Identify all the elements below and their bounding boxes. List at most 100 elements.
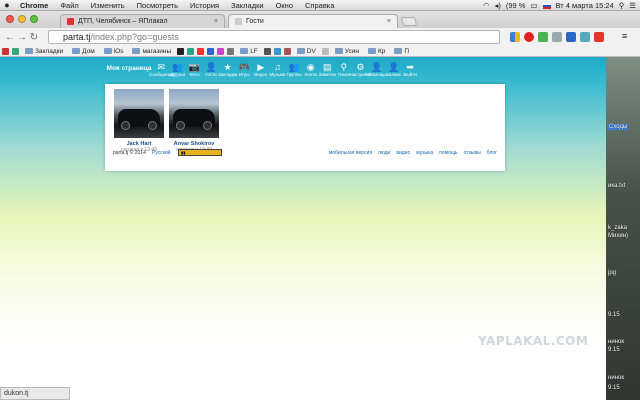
- note-icon: ▤: [322, 61, 332, 72]
- forward-arrow-icon[interactable]: →: [16, 32, 28, 43]
- language-link[interactable]: Русский: [152, 150, 171, 156]
- footer-link-people[interactable]: люди: [378, 150, 390, 156]
- nav-item-logout[interactable]: ➡ Выйти: [402, 60, 419, 83]
- nav-item-music[interactable]: ♫ Музыка: [269, 60, 286, 83]
- spotlight-icon[interactable]: ⚲: [619, 1, 625, 10]
- extension-icon[interactable]: [524, 32, 534, 42]
- close-window-icon[interactable]: [6, 15, 14, 23]
- nav-item-guests[interactable]: 👤 Гости: [203, 60, 220, 83]
- extension-icon[interactable]: [566, 32, 576, 42]
- bookmark-folder[interactable]: Кр: [365, 48, 388, 55]
- menu-help[interactable]: Справка: [299, 1, 340, 10]
- nav-item-notes[interactable]: ▤ Заметки: [319, 60, 336, 83]
- menu-edit[interactable]: Изменить: [85, 1, 131, 10]
- minimize-window-icon[interactable]: [18, 15, 26, 23]
- tab-guests[interactable]: Гости ×: [228, 14, 398, 28]
- nav-item-video[interactable]: ▶ Видео: [253, 60, 270, 83]
- bookmark-favicon-icon[interactable]: [12, 47, 19, 55]
- desktop-file-label[interactable]: Михин): [608, 233, 628, 239]
- address-bar[interactable]: parta.tj/index.php?go=guests: [48, 30, 500, 44]
- nav-item-settings[interactable]: ⚙ Настройки: [349, 60, 371, 83]
- clock[interactable]: Вт 4 марта 15:24: [556, 1, 614, 10]
- apple-menu-icon[interactable]: ●: [0, 0, 14, 10]
- nav-item-groups[interactable]: 👥 Группы: [286, 60, 303, 83]
- nav-item-games[interactable]: 🎮 Игры: [236, 60, 253, 83]
- footer-link-reviews[interactable]: отзывы: [464, 150, 481, 156]
- bookmark-folder[interactable]: Усин: [332, 48, 362, 55]
- close-tab-icon[interactable]: ×: [387, 18, 391, 25]
- bookmark-folder[interactable]: магазины: [129, 48, 174, 55]
- desktop-file-label[interactable]: ика.txt: [608, 183, 625, 189]
- menu-file[interactable]: Файл: [54, 1, 84, 10]
- bookmark-favicon-icon[interactable]: [227, 47, 235, 55]
- nav-item-help[interactable]: 👤 Помощь: [368, 60, 385, 83]
- reload-icon[interactable]: ↻: [28, 32, 40, 43]
- bookmark-folder[interactable]: LF: [237, 48, 261, 55]
- desktop-file-label[interactable]: 9.15: [608, 385, 620, 391]
- notification-icon[interactable]: ☰: [629, 1, 636, 10]
- zoom-window-icon[interactable]: [30, 15, 38, 23]
- nav-item-balance[interactable]: 👤 Баланс: [385, 60, 402, 83]
- tab-yaplakal[interactable]: ДТП, Челябинск – ЯПлакал ×: [60, 14, 225, 28]
- desktop-file-label[interactable]: jpg: [608, 270, 616, 276]
- flag-icon[interactable]: [542, 2, 551, 9]
- exit-arrow-icon: ➡: [406, 61, 414, 72]
- footer-link-music[interactable]: музыка: [416, 150, 433, 156]
- bookmark-folder[interactable]: Дом: [69, 48, 98, 55]
- nav-item-friends[interactable]: 👥 Друзья: [170, 60, 187, 83]
- nav-item-feed[interactable]: ◉ Лента: [302, 60, 319, 83]
- desktop-background: Сходы ика.txt k_zaka Михин) jpg 9.15 нин…: [606, 57, 640, 400]
- bookmark-favicon-icon[interactable]: [263, 47, 271, 55]
- footer-link-mobile[interactable]: мобильная версия: [329, 150, 372, 156]
- bookmark-favicon-icon[interactable]: [177, 47, 185, 55]
- bookmark-favicon-icon[interactable]: [197, 47, 205, 55]
- close-tab-icon[interactable]: ×: [214, 18, 218, 25]
- footer-link-blog[interactable]: блог: [487, 150, 497, 156]
- bookmark-favicon-icon[interactable]: [217, 47, 225, 55]
- extension-icon[interactable]: [580, 32, 590, 42]
- bookmark-favicon-icon[interactable]: [321, 47, 329, 55]
- volume-icon[interactable]: ◂): [495, 1, 501, 10]
- bookmark-favicon-icon[interactable]: [273, 47, 281, 55]
- bookmark-favicon-icon[interactable]: [2, 47, 9, 55]
- bookmark-favicon-icon[interactable]: [207, 47, 215, 55]
- bookmark-folder[interactable]: iOs: [101, 48, 127, 55]
- menu-history[interactable]: История: [184, 1, 225, 10]
- wifi-icon[interactable]: ◠: [483, 1, 490, 10]
- bookmark-folder[interactable]: DV: [294, 48, 319, 55]
- desktop-file-label[interactable]: Сходы: [608, 124, 629, 130]
- nav-item-bookmarks[interactable]: ★ Закладки: [218, 60, 237, 83]
- desktop-file-label[interactable]: нинок: [608, 375, 624, 381]
- nav-item-photo[interactable]: 📷 Фото: [186, 60, 203, 83]
- bookmark-favicon-icon[interactable]: [283, 47, 291, 55]
- bookmark-folder[interactable]: П: [391, 48, 412, 55]
- desktop-file-label[interactable]: k_zaka: [608, 225, 627, 231]
- desktop-file-label[interactable]: нинок: [608, 339, 624, 345]
- desktop-file-label[interactable]: 9.15: [608, 312, 620, 318]
- menu-icon[interactable]: ≡: [622, 31, 632, 41]
- guest-avatar[interactable]: [114, 89, 164, 138]
- bookmark-folder[interactable]: Закладки: [22, 48, 66, 55]
- app-menu[interactable]: Chrome: [14, 1, 54, 10]
- menu-view[interactable]: Посмотреть: [131, 1, 184, 10]
- counter-badge[interactable]: ▮▮: [178, 149, 222, 156]
- bookmark-favicon-icon[interactable]: [187, 47, 195, 55]
- menu-bookmarks[interactable]: Закладки: [225, 1, 269, 10]
- extension-icon[interactable]: [594, 32, 604, 42]
- desktop-file-label[interactable]: 9.15: [608, 347, 620, 353]
- extension-icon[interactable]: [552, 32, 562, 42]
- menu-window[interactable]: Окно: [270, 1, 299, 10]
- extension-icon[interactable]: [538, 32, 548, 42]
- extension-icon[interactable]: [510, 32, 520, 42]
- footer-link-help[interactable]: помощь: [439, 150, 457, 156]
- battery-text[interactable]: (99 %: [506, 1, 526, 10]
- guest-icon: 👤: [205, 61, 217, 72]
- guest-card: Jack Hart сегодня в 13:49: [114, 89, 164, 153]
- new-tab-button[interactable]: [400, 17, 418, 26]
- my-page-link[interactable]: Моя страница: [105, 60, 153, 83]
- footer-link-video[interactable]: видео: [396, 150, 410, 156]
- browser-toolbar: ← → ↻ parta.tj/index.php?go=guests ≡: [0, 28, 640, 46]
- nav-item-messages[interactable]: ✉ Сообщения: [149, 60, 173, 83]
- back-arrow-icon[interactable]: ←: [4, 32, 16, 43]
- guest-avatar[interactable]: [169, 89, 219, 138]
